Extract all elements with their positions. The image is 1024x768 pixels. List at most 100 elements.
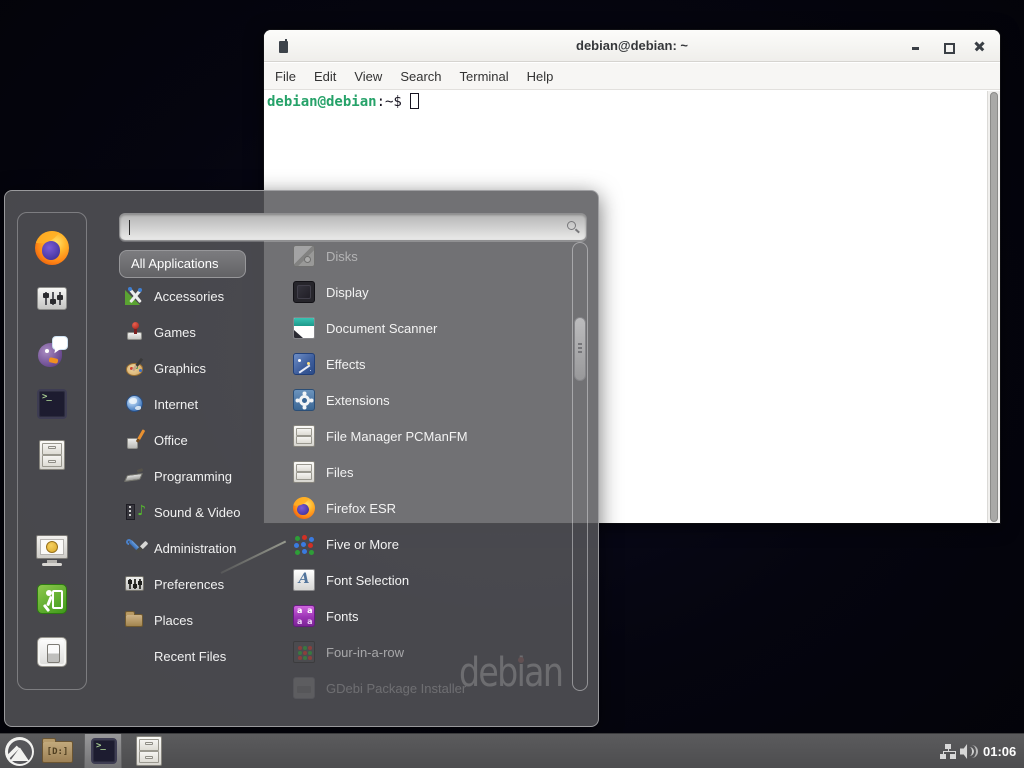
terminal-menubar: File Edit View Search Terminal Help xyxy=(264,63,1000,90)
all-applications-button[interactable]: All Applications xyxy=(119,250,246,278)
app-item-effects[interactable]: Effects xyxy=(293,351,366,377)
menu-terminal[interactable]: Terminal xyxy=(451,63,518,90)
taskbar-clock[interactable]: 01:06 xyxy=(983,734,1016,768)
category-label: Recent Files xyxy=(154,649,226,664)
text-caret xyxy=(129,220,130,235)
category-label: Office xyxy=(154,433,188,448)
category-games[interactable]: Games xyxy=(125,320,196,344)
volume-tray-icon[interactable] xyxy=(960,743,978,760)
category-sound-video[interactable]: ♪ Sound & Video xyxy=(125,500,241,524)
menu-edit[interactable]: Edit xyxy=(305,63,345,90)
app-item-document-scanner[interactable]: Document Scanner xyxy=(293,315,437,341)
app-item-display[interactable]: Display xyxy=(293,279,369,305)
category-preferences[interactable]: Preferences xyxy=(125,572,224,596)
app-label: Document Scanner xyxy=(326,321,437,336)
four-in-a-row-icon xyxy=(293,641,315,663)
menu-button[interactable] xyxy=(5,737,34,766)
app-label: Fonts xyxy=(326,609,359,624)
search-input[interactable] xyxy=(119,213,587,241)
favorite-desktop-settings[interactable] xyxy=(37,287,67,310)
favorite-terminal[interactable] xyxy=(37,389,67,419)
category-office[interactable]: Office xyxy=(125,428,188,452)
app-label: Font Selection xyxy=(326,573,409,588)
category-internet[interactable]: Internet xyxy=(125,392,198,416)
app-item-extensions[interactable]: Extensions xyxy=(293,387,390,413)
favorite-pidgin[interactable] xyxy=(36,336,68,368)
files-icon xyxy=(293,461,315,483)
category-places[interactable]: Places xyxy=(125,608,193,632)
category-label: Sound & Video xyxy=(154,505,241,520)
favorite-lock-screen[interactable] xyxy=(36,535,68,559)
favorite-file-manager[interactable] xyxy=(39,440,65,470)
app-label: Five or More xyxy=(326,537,399,552)
games-icon xyxy=(125,322,145,342)
category-administration[interactable]: Administration xyxy=(125,536,236,560)
file-cabinet-icon xyxy=(39,440,65,470)
font-selection-icon xyxy=(293,569,315,591)
category-label: Internet xyxy=(154,397,198,412)
app-item-fonts[interactable]: Fonts xyxy=(293,603,359,629)
shut-down-icon xyxy=(37,637,67,667)
terminal-icon xyxy=(37,389,67,419)
menu-file[interactable]: File xyxy=(266,63,305,90)
terminal-prompt: debian@debian:~$ xyxy=(267,93,419,110)
graphics-icon xyxy=(125,358,145,378)
menu-search[interactable]: Search xyxy=(391,63,450,90)
administration-icon xyxy=(125,538,145,558)
extensions-gear-icon xyxy=(293,389,315,411)
preferences-icon xyxy=(125,574,145,594)
file-cabinet-icon xyxy=(136,736,162,766)
firefox-icon xyxy=(35,231,69,265)
terminal-taskbar-button[interactable] xyxy=(84,734,122,768)
terminal-scrollbar[interactable] xyxy=(987,91,1000,523)
app-item-four-in-a-row[interactable]: Four-in-a-row xyxy=(293,639,404,665)
minimize-icon[interactable] xyxy=(911,42,920,51)
terminal-titlebar[interactable]: debian@debian: ~ xyxy=(264,30,1000,62)
app-label: GDebi Package Installer xyxy=(326,681,466,696)
network-tray-icon[interactable] xyxy=(940,744,956,760)
document-scanner-icon xyxy=(293,317,315,339)
terminal-scrollbar-thumb[interactable] xyxy=(990,92,998,522)
terminal-icon xyxy=(91,738,117,764)
file-manager-taskbar-button[interactable] xyxy=(136,736,162,766)
category-programming[interactable]: Programming xyxy=(125,464,232,488)
menu-view[interactable]: View xyxy=(345,63,391,90)
pidgin-icon xyxy=(36,336,68,368)
accessories-icon xyxy=(125,286,145,306)
app-item-files[interactable]: Files xyxy=(293,459,353,485)
category-label: Games xyxy=(154,325,196,340)
category-recent-files[interactable]: Recent Files xyxy=(125,644,226,668)
app-list-scrollbar-track[interactable] xyxy=(572,242,588,691)
desktop-folder-button[interactable] xyxy=(42,741,73,763)
category-label: Programming xyxy=(154,469,232,484)
app-item-disks[interactable]: Disks xyxy=(293,243,358,269)
internet-globe-icon xyxy=(125,394,145,414)
search-icon xyxy=(567,221,576,230)
menu-help[interactable]: Help xyxy=(518,63,563,90)
category-accessories[interactable]: Accessories xyxy=(125,284,224,308)
terminal-cursor xyxy=(410,93,419,109)
file-manager-icon xyxy=(293,425,315,447)
close-icon[interactable] xyxy=(975,42,984,51)
app-item-gdebi[interactable]: GDebi Package Installer xyxy=(293,675,466,701)
app-list-scrollbar-thumb[interactable] xyxy=(574,317,586,381)
firefox-esr-icon xyxy=(293,497,315,519)
sound-video-icon: ♪ xyxy=(125,502,145,522)
app-label: Effects xyxy=(326,357,366,372)
maximize-icon[interactable] xyxy=(943,42,952,51)
application-menu: All Applications Accessories Games Graph… xyxy=(4,190,599,727)
favorite-shut-down[interactable] xyxy=(37,637,67,667)
app-item-font-selection[interactable]: Font Selection xyxy=(293,567,409,593)
category-graphics[interactable]: Graphics xyxy=(125,356,206,380)
favorite-log-out[interactable] xyxy=(37,584,67,614)
programming-icon xyxy=(125,466,145,486)
favorite-firefox[interactable] xyxy=(35,231,69,265)
app-item-firefox-esr[interactable]: Firefox ESR xyxy=(293,495,396,521)
app-item-file-manager-pcmanfm[interactable]: File Manager PCManFM xyxy=(293,423,468,449)
terminal-window-icon xyxy=(279,41,288,53)
category-label: Accessories xyxy=(154,289,224,304)
category-label: Preferences xyxy=(154,577,224,592)
app-label: Four-in-a-row xyxy=(326,645,404,660)
app-item-five-or-more[interactable]: Five or More xyxy=(293,531,399,557)
app-label: File Manager PCManFM xyxy=(326,429,468,444)
